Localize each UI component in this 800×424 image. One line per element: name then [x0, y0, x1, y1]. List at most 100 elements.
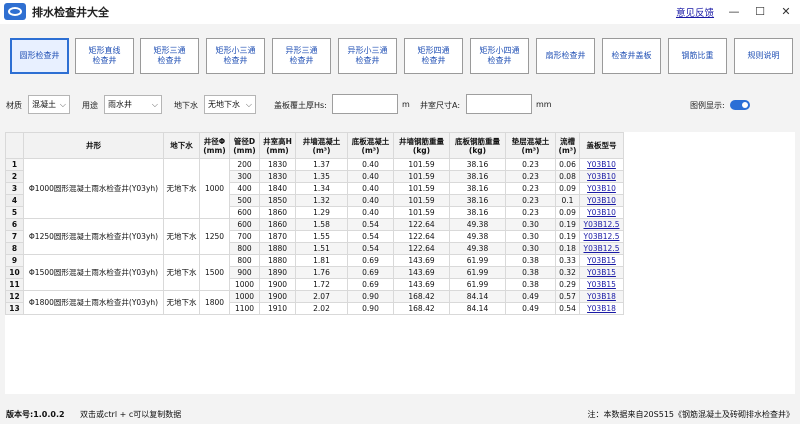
tool-rect-small-tee-well-button[interactable]: 矩形小三通 检查井: [206, 38, 265, 74]
chamber-size-input[interactable]: [466, 94, 532, 114]
filter-bar: 材质 混凝土 ⌵ 用途 雨水井 ⌵ 地下水 无地下水 ⌵ 盖板覆土厚Hs: m 井室尺…: [0, 94, 800, 116]
tool-rect-cross-well-button[interactable]: 矩形四通 检查井: [404, 38, 463, 74]
group-diam-cell: 1500: [199, 254, 230, 291]
cover-model-link[interactable]: Y03B10: [579, 206, 624, 219]
tool-rect-small-cross-well-button[interactable]: 矩形小四通 检查井: [470, 38, 529, 74]
group-shape-cell: Φ1000圆形混凝土雨水检查井(Y03yh): [23, 158, 164, 219]
cushion-concrete-cell: 0.38: [505, 266, 556, 279]
header-channel[interactable]: 流槽 (m³): [555, 132, 580, 159]
chamber-height-cell: 1890: [259, 266, 296, 279]
material-select[interactable]: 混凝土 ⌵: [28, 95, 70, 114]
cover-model-link[interactable]: Y03B12.5: [579, 230, 624, 243]
channel-cell: 0.18: [555, 242, 580, 255]
cover-model-link[interactable]: Y03B10: [579, 194, 624, 207]
cover-model-link[interactable]: Y03B10: [579, 170, 624, 183]
channel-cell: 0.06: [555, 158, 580, 171]
header-base-rebar[interactable]: 底板钢筋重量 (kg): [449, 132, 506, 159]
base-concrete-cell: 0.54: [347, 242, 394, 255]
base-concrete-cell: 0.40: [347, 206, 394, 219]
table-row[interactable]: 9 Φ1500圆形混凝土雨水检查井(Y03yh) 无地下水 1500 800 1880 1.…: [5, 254, 624, 291]
wall-rebar-cell: 122.64: [393, 230, 450, 243]
header-shape[interactable]: 井形: [23, 132, 164, 159]
pipe-diameter-cell: 600: [229, 218, 260, 231]
wall-rebar-cell: 122.64: [393, 242, 450, 255]
wall-rebar-cell: 168.42: [393, 302, 450, 315]
status-bar: 版本号:1.0.0.2 双击或ctrl + c可以复制数据 注：本数据来自20S…: [0, 404, 800, 424]
header-diameter[interactable]: 井径Φ (mm): [199, 132, 230, 159]
header-cover-model[interactable]: 盖板型号: [579, 132, 624, 159]
use-select[interactable]: 雨水井 ⌵: [104, 95, 162, 114]
cover-model-link[interactable]: Y03B15: [579, 254, 624, 267]
group-water-cell: 无地下水: [163, 290, 200, 315]
wall-rebar-cell: 122.64: [393, 218, 450, 231]
tool-rect-straight-well-button[interactable]: 矩形直线 检查井: [75, 38, 134, 74]
tool-rules-button[interactable]: 规则说明: [734, 38, 793, 74]
chamber-height-cell: 1860: [259, 218, 296, 231]
wall-concrete-cell: 1.32: [295, 194, 348, 207]
maximize-button[interactable]: ☐: [748, 2, 772, 22]
groundwater-label: 地下水: [174, 101, 198, 110]
chamber-height-cell: 1880: [259, 242, 296, 255]
tool-well-cover-button[interactable]: 检查井盖板: [602, 38, 661, 74]
row-number: 12: [5, 290, 24, 303]
wall-concrete-cell: 1.58: [295, 218, 348, 231]
close-button[interactable]: ✕: [774, 2, 798, 22]
pipe-diameter-cell: 300: [229, 170, 260, 183]
feedback-link[interactable]: 意见反馈: [676, 5, 714, 19]
legend-toggle[interactable]: [730, 100, 750, 110]
header-pipe-diameter[interactable]: 管径D (mm): [229, 132, 260, 159]
tool-fan-well-button[interactable]: 扇形检查井: [536, 38, 595, 74]
cushion-concrete-cell: 0.23: [505, 170, 556, 183]
tool-rect-tee-well-button[interactable]: 矩形三通 检查井: [140, 38, 199, 74]
cover-model-link[interactable]: Y03B18: [579, 302, 624, 315]
cover-model-link[interactable]: Y03B12.5: [579, 218, 624, 231]
base-rebar-cell: 84.14: [449, 302, 506, 315]
header-base-concrete[interactable]: 底板混凝土 (m³): [347, 132, 394, 159]
pipe-diameter-cell: 1000: [229, 290, 260, 303]
cover-model-link[interactable]: Y03B10: [579, 182, 624, 195]
cover-thickness-input[interactable]: [332, 94, 398, 114]
table-row[interactable]: 12 Φ1800圆形混凝土雨水检查井(Y03yh) 无地下水 1800 1000 1900…: [5, 290, 624, 315]
cover-model-link[interactable]: Y03B12.5: [579, 242, 624, 255]
pipe-diameter-cell: 800: [229, 242, 260, 255]
channel-cell: 0.54: [555, 302, 580, 315]
cover-model-link[interactable]: Y03B15: [579, 266, 624, 279]
header-cushion-concrete[interactable]: 垫层混凝土 (m³): [505, 132, 556, 159]
channel-cell: 0.29: [555, 278, 580, 291]
header-wall-rebar[interactable]: 井墙钢筋重量 (kg): [393, 132, 450, 159]
header-groundwater[interactable]: 地下水: [163, 132, 200, 159]
header-wall-concrete[interactable]: 井墙混凝土 (m³): [295, 132, 348, 159]
group-water-cell: 无地下水: [163, 218, 200, 255]
cover-model-link[interactable]: Y03B18: [579, 290, 624, 303]
channel-cell: 0.1: [555, 194, 580, 207]
channel-cell: 0.09: [555, 182, 580, 195]
tool-special-tee-well-button[interactable]: 异形三通 检查井: [272, 38, 331, 74]
group-shape-cell: Φ1800圆形混凝土雨水检查井(Y03yh): [23, 290, 164, 315]
cover-model-link[interactable]: Y03B10: [579, 158, 624, 171]
base-rebar-cell: 49.38: [449, 242, 506, 255]
tool-special-small-tee-well-button[interactable]: 异形小三通 检查井: [338, 38, 397, 74]
base-rebar-cell: 38.16: [449, 182, 506, 195]
base-concrete-cell: 0.90: [347, 302, 394, 315]
header-chamber-height[interactable]: 井室高H (mm): [259, 132, 296, 159]
tool-rebar-weight-button[interactable]: 钢筋比重: [668, 38, 727, 74]
row-number: 2: [5, 170, 24, 183]
table-row[interactable]: 1 Φ1000圆形混凝土雨水检查井(Y03yh) 无地下水 1000 200 1830 1.…: [5, 158, 624, 219]
cushion-concrete-cell: 0.30: [505, 242, 556, 255]
group-diam-cell: 1000: [199, 158, 230, 219]
minimize-button[interactable]: —: [722, 2, 746, 22]
row-number: 5: [5, 206, 24, 219]
channel-cell: 0.32: [555, 266, 580, 279]
groundwater-select[interactable]: 无地下水 ⌵: [204, 95, 256, 114]
cover-model-link[interactable]: Y03B15: [579, 278, 624, 291]
wall-concrete-cell: 1.72: [295, 278, 348, 291]
table-row[interactable]: 6 Φ1250圆形混凝土雨水检查井(Y03yh) 无地下水 1250 600 1860 1.…: [5, 218, 624, 255]
channel-cell: 0.57: [555, 290, 580, 303]
header-rownum: [5, 132, 24, 159]
wall-concrete-cell: 1.76: [295, 266, 348, 279]
version-text: 版本号:1.0.0.2: [6, 410, 65, 419]
channel-cell: 0.09: [555, 206, 580, 219]
copy-hint: 双击或ctrl + c可以复制数据: [80, 410, 182, 419]
tool-circular-well-button[interactable]: 圆形检查井: [10, 38, 69, 74]
base-concrete-cell: 0.69: [347, 266, 394, 279]
